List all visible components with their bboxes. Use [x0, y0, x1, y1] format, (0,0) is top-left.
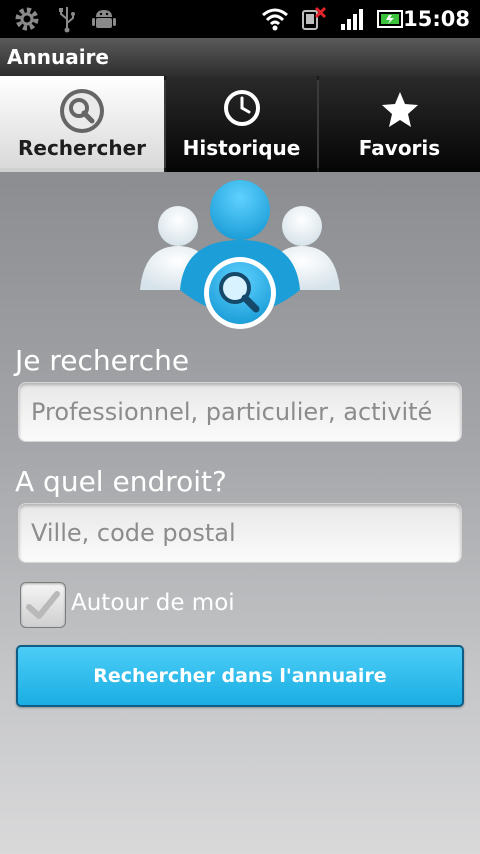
clock-icon: [217, 86, 267, 136]
tab-historique[interactable]: Historique: [166, 76, 317, 172]
settings-icon: [12, 0, 42, 38]
app-title: Annuaire: [7, 45, 109, 69]
search-panel: Je recherche A quel endroit? Autour de m…: [0, 172, 480, 854]
star-icon: [375, 86, 425, 136]
search-label: Je recherche: [15, 344, 190, 377]
location-input[interactable]: [19, 504, 461, 562]
status-time: 15:08: [403, 7, 470, 31]
tab-favoris-label: Favoris: [358, 136, 441, 160]
search-field: [18, 382, 462, 442]
tab-historique-label: Historique: [182, 136, 301, 160]
search-directory-button[interactable]: Rechercher dans l'annuaire: [16, 645, 464, 707]
title-bar: Annuaire: [0, 38, 480, 77]
tab-bar: Rechercher Historique Favoris: [0, 76, 480, 172]
checkmark-icon: [26, 591, 60, 619]
signal-icon: [338, 0, 366, 38]
battery-icon: [376, 0, 404, 38]
nearby-label[interactable]: Autour de moi: [71, 590, 235, 616]
tab-rechercher-label: Rechercher: [17, 136, 146, 160]
usb-icon: [56, 0, 78, 38]
android-debug-icon: [90, 0, 118, 38]
tab-favoris[interactable]: Favoris: [319, 76, 480, 172]
location-label: A quel endroit?: [15, 465, 227, 498]
nearby-checkbox[interactable]: [20, 582, 66, 628]
directory-logo-icon: [140, 178, 340, 338]
search-icon: [57, 86, 107, 136]
sync-error-icon: [298, 0, 328, 38]
tab-rechercher[interactable]: Rechercher: [0, 76, 164, 172]
status-bar: 15:08: [0, 0, 480, 38]
wifi-icon: [260, 0, 290, 38]
location-field: [18, 503, 462, 563]
search-input[interactable]: [19, 383, 461, 441]
